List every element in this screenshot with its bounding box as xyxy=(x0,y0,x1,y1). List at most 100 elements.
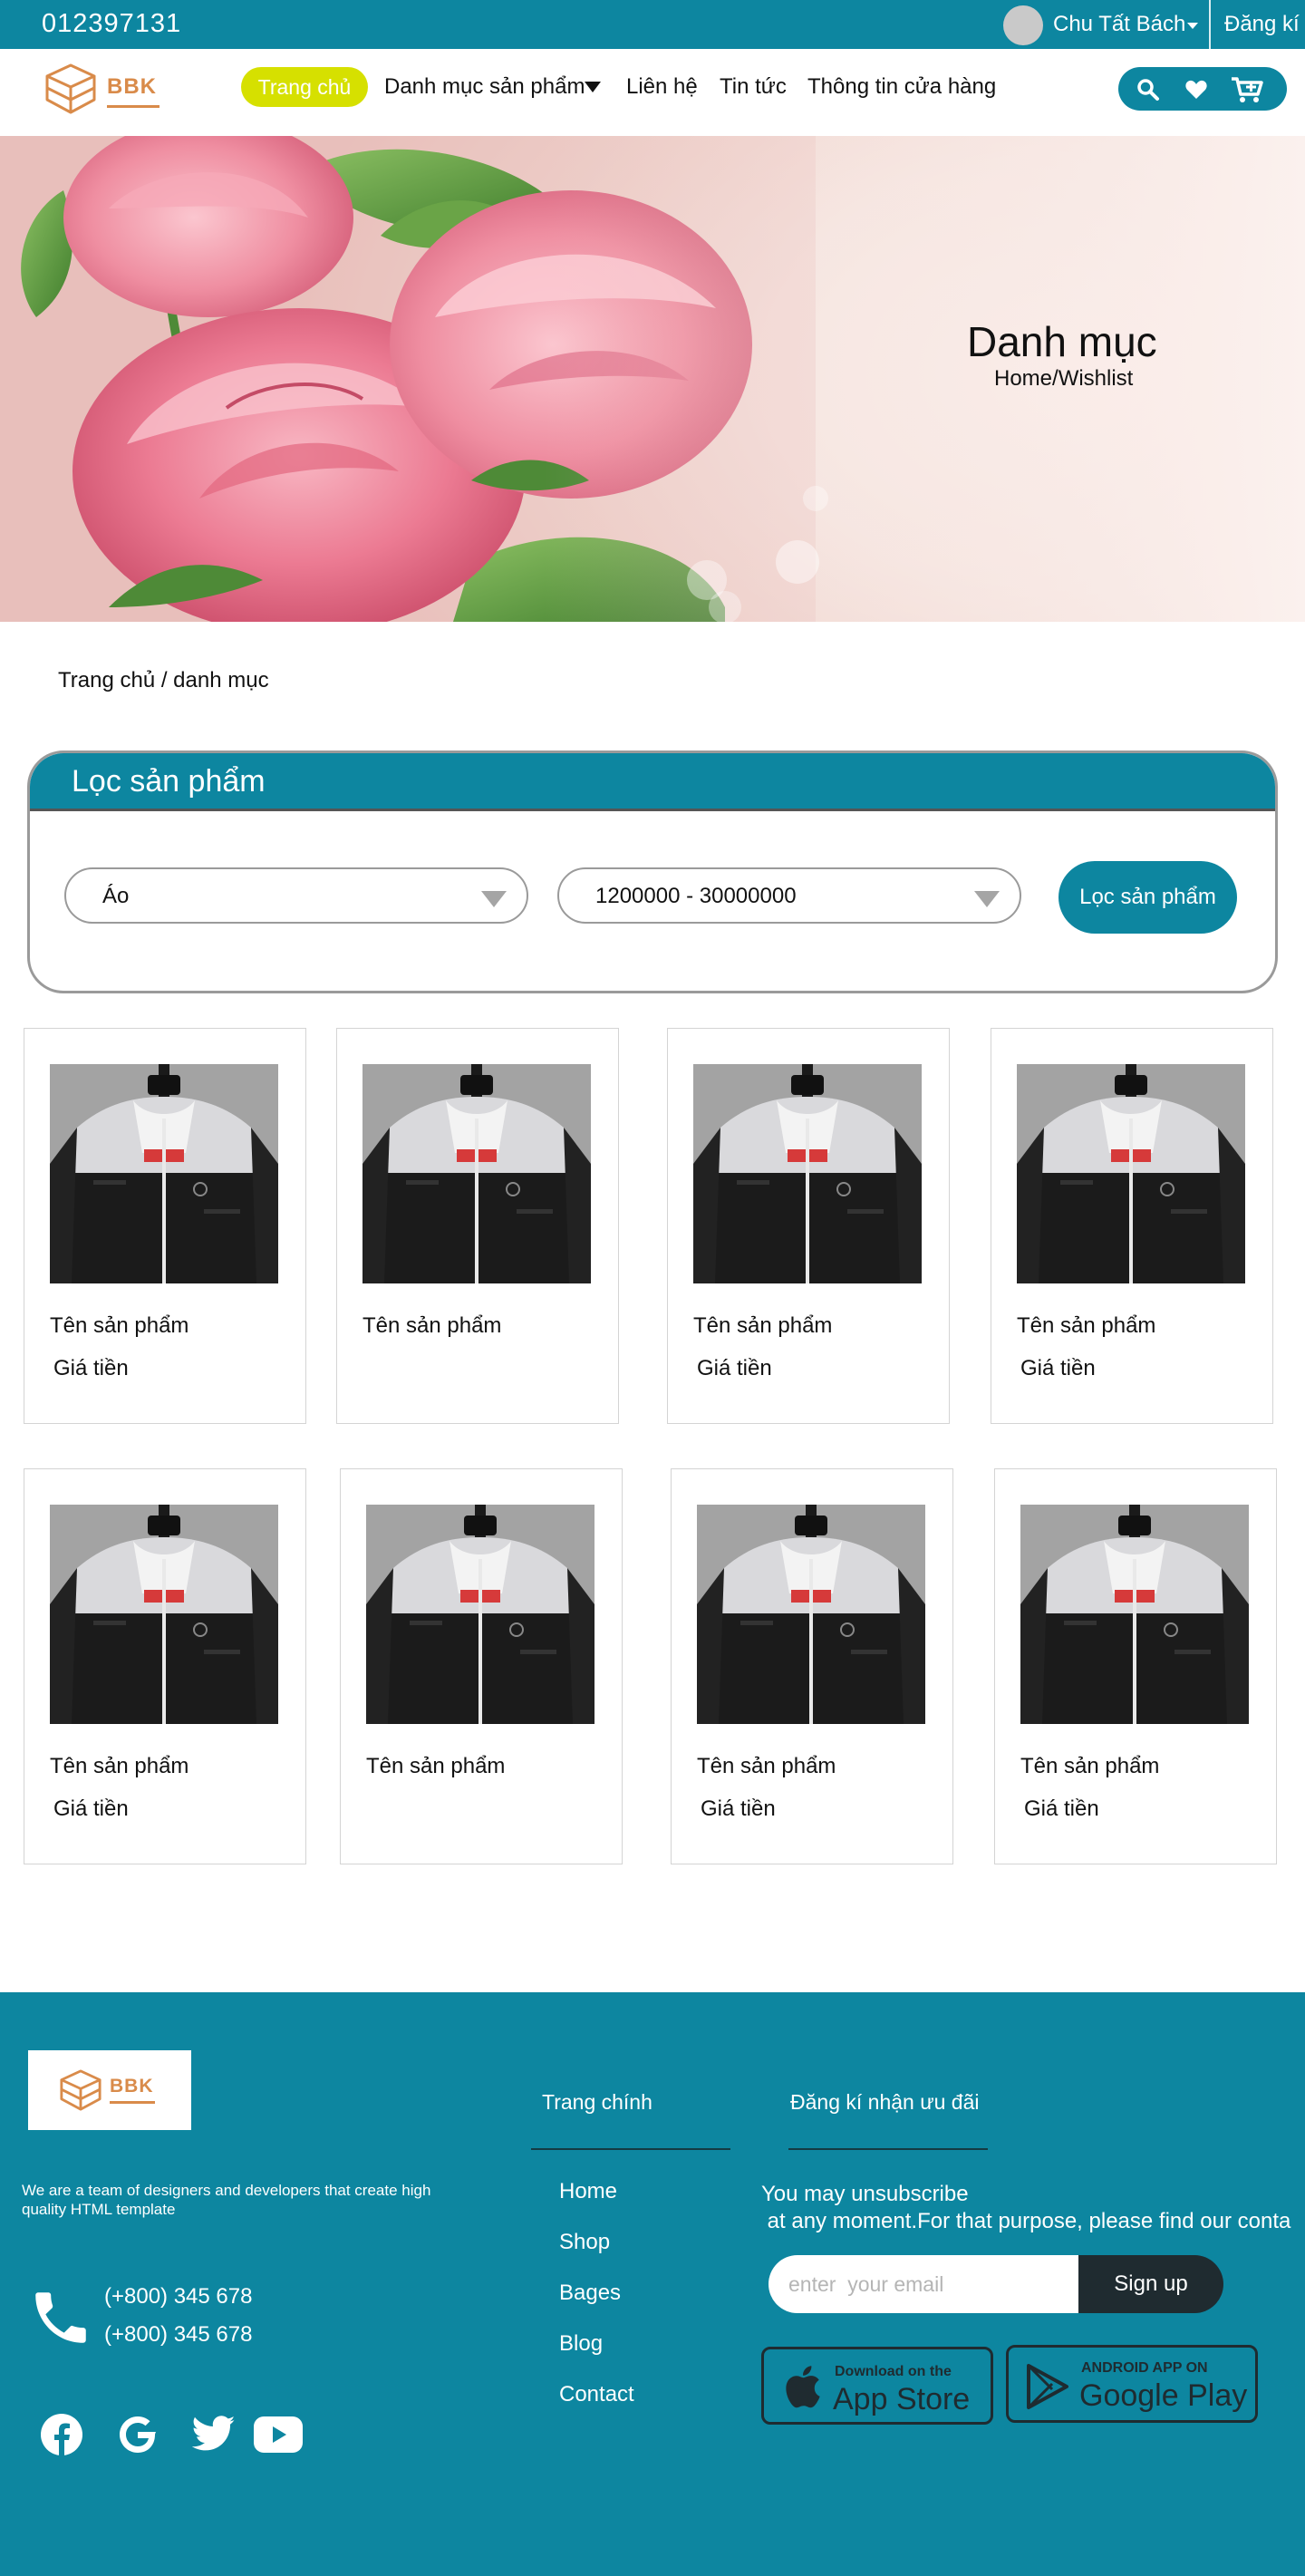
chevron-down-icon[interactable] xyxy=(1187,23,1198,29)
email-field-wrap xyxy=(768,2255,1078,2313)
product-price: Giá tiền xyxy=(53,1796,129,1821)
google-play-label: Google Play xyxy=(1079,2378,1248,2413)
filter-title: Lọc sản phẩm xyxy=(72,764,266,799)
product-card[interactable]: Tên sản phẩm Giá tiền xyxy=(667,1028,950,1424)
newsletter-text: You may unsubscribe at any moment.For th… xyxy=(761,2181,1290,2235)
footer-link-bages[interactable]: Bages xyxy=(559,2281,621,2306)
product-name[interactable]: Tên sản phẩm xyxy=(362,1313,501,1339)
price-range-select[interactable]: 1200000 - 30000000 xyxy=(557,867,1021,924)
email-field[interactable] xyxy=(788,2255,1060,2313)
box-logo-icon xyxy=(45,63,96,114)
product-card[interactable]: Tên sản phẩm Giá tiền xyxy=(24,1468,306,1864)
product-card[interactable]: Tên sản phẩm xyxy=(340,1468,623,1864)
heart-icon[interactable] xyxy=(1184,79,1208,101)
twitter-icon[interactable] xyxy=(192,2415,236,2453)
search-icon[interactable] xyxy=(1136,78,1160,102)
box-logo-icon xyxy=(60,2069,102,2111)
google-play-small-label: ANDROID APP ON xyxy=(1081,2360,1208,2376)
product-name[interactable]: Tên sản phẩm xyxy=(50,1313,188,1339)
breadcrumb[interactable]: Trang chủ / danh mục xyxy=(58,668,269,693)
hero-breadcrumb: Home/Wishlist xyxy=(994,366,1134,391)
main-nav: BBK Trang chủ Danh mục sản phẩm Liên hệ … xyxy=(0,49,1305,136)
footer-link-blog[interactable]: Blog xyxy=(559,2331,603,2357)
hotline-phone: 012397131 xyxy=(42,9,182,38)
register-link[interactable]: Đăng kí xyxy=(1224,12,1300,37)
product-image[interactable] xyxy=(1020,1505,1249,1724)
footer-logo[interactable]: BBK xyxy=(28,2050,191,2130)
footer-phone[interactable]: (+800) 345 678 xyxy=(104,2284,252,2310)
avatar[interactable] xyxy=(1003,5,1043,45)
product-card[interactable]: Tên sản phẩm xyxy=(336,1028,619,1424)
google-icon[interactable] xyxy=(116,2413,160,2456)
product-price: Giá tiền xyxy=(697,1356,772,1380)
footer-link-home[interactable]: Home xyxy=(559,2179,617,2204)
divider xyxy=(1209,0,1211,49)
product-name[interactable]: Tên sản phẩm xyxy=(693,1313,832,1339)
logo-text: BBK xyxy=(110,2076,154,2097)
apple-icon xyxy=(786,2366,820,2408)
price-range-select-value: 1200000 - 30000000 xyxy=(595,884,797,908)
nav-item-news[interactable]: Tin tức xyxy=(720,74,787,100)
product-image[interactable] xyxy=(50,1064,278,1283)
footer-main-title: Trang chính xyxy=(542,2090,652,2114)
product-card[interactable]: Tên sản phẩm Giá tiền xyxy=(24,1028,306,1424)
filter-button[interactable]: Lọc sản phẩm xyxy=(1058,861,1237,934)
footer-link-contact[interactable]: Contact xyxy=(559,2382,634,2407)
product-price: Giá tiền xyxy=(53,1356,129,1380)
dropdown-arrow-icon xyxy=(974,891,1000,907)
newsletter-text-line: at any moment.For that purpose, please f… xyxy=(761,2209,1291,2233)
facebook-icon[interactable] xyxy=(40,2413,83,2456)
logo-text: BBK xyxy=(107,74,157,99)
product-name[interactable]: Tên sản phẩm xyxy=(50,1754,188,1779)
product-card[interactable]: Tên sản phẩm Giá tiền xyxy=(991,1028,1273,1424)
product-name[interactable]: Tên sản phẩm xyxy=(1017,1313,1155,1339)
caret-down-icon[interactable] xyxy=(585,82,601,92)
signup-button[interactable]: Sign up xyxy=(1078,2255,1223,2313)
google-play-icon xyxy=(1027,2364,1068,2409)
category-select[interactable]: Áo xyxy=(64,867,528,924)
nav-item-categories[interactable]: Danh mục sản phẩm xyxy=(384,74,585,100)
footer-phone[interactable]: (+800) 345 678 xyxy=(104,2322,252,2348)
top-bar: 012397131 Chu Tất Bách Đăng kí xyxy=(0,0,1305,49)
app-store-badge[interactable]: Download on the App Store xyxy=(761,2347,993,2425)
logo[interactable]: BBK xyxy=(42,58,169,121)
footer-link-shop[interactable]: Shop xyxy=(559,2230,610,2255)
nav-icon-group xyxy=(1118,67,1287,111)
logo-underline xyxy=(110,2101,155,2104)
google-play-badge[interactable]: ANDROID APP ON Google Play xyxy=(1006,2345,1258,2423)
product-name[interactable]: Tên sản phẩm xyxy=(1020,1754,1159,1779)
dropdown-arrow-icon xyxy=(481,891,507,907)
hero-title: Danh mục xyxy=(967,318,1157,365)
product-image[interactable] xyxy=(1017,1064,1245,1283)
phone-icon xyxy=(35,2292,86,2343)
product-price: Giá tiền xyxy=(701,1796,776,1821)
product-image[interactable] xyxy=(366,1505,594,1724)
product-name[interactable]: Tên sản phẩm xyxy=(366,1754,505,1779)
youtube-icon[interactable] xyxy=(254,2416,303,2453)
newsletter-text-line: You may unsubscribe xyxy=(761,2182,969,2206)
cart-icon[interactable] xyxy=(1231,76,1263,103)
divider xyxy=(531,2148,730,2150)
product-card[interactable]: Tên sản phẩm Giá tiền xyxy=(671,1468,953,1864)
product-card[interactable]: Tên sản phẩm Giá tiền xyxy=(994,1468,1277,1864)
product-price: Giá tiền xyxy=(1020,1356,1096,1380)
nav-item-home[interactable]: Trang chủ xyxy=(241,67,368,107)
category-select-value: Áo xyxy=(102,884,130,908)
footer: BBK We are a team of designers and devel… xyxy=(0,1992,1305,2576)
product-image[interactable] xyxy=(697,1505,925,1724)
app-store-small-label: Download on the xyxy=(835,2364,952,2379)
divider xyxy=(788,2148,988,2150)
product-price: Giá tiền xyxy=(1024,1796,1099,1821)
logo-underline xyxy=(107,105,160,108)
product-image[interactable] xyxy=(693,1064,922,1283)
nav-item-contact[interactable]: Liên hệ xyxy=(626,74,698,100)
product-image[interactable] xyxy=(50,1505,278,1724)
newsletter-title: Đăng kí nhận ưu đãi xyxy=(790,2090,980,2114)
filter-header: Lọc sản phẩm xyxy=(30,753,1275,811)
product-name[interactable]: Tên sản phẩm xyxy=(697,1754,836,1779)
footer-description: We are a team of designers and developer… xyxy=(22,2182,431,2218)
nav-item-store-info[interactable]: Thông tin cửa hàng xyxy=(807,74,996,100)
hero-banner: Danh mục Home/Wishlist xyxy=(0,136,1305,622)
product-image[interactable] xyxy=(362,1064,591,1283)
user-name[interactable]: Chu Tất Bách xyxy=(1053,12,1185,37)
